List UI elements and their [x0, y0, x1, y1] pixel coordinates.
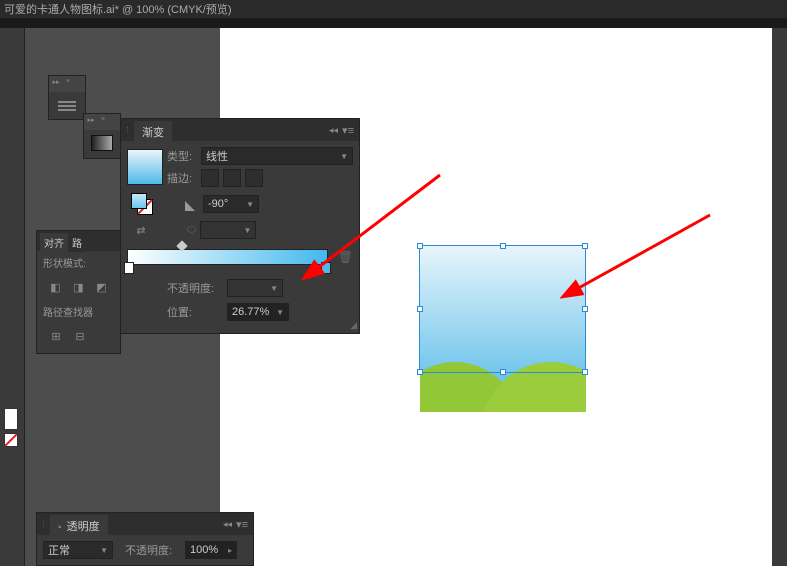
selection-handle[interactable] [417, 369, 423, 375]
collapse-icon[interactable]: ◂◂ [329, 125, 338, 136]
panel-header[interactable]: ⋮⋮ 渐变 ◂◂ ▾≡ [121, 119, 359, 141]
panel-tab-strip[interactable]: ▸▸ × [49, 76, 85, 92]
fill-stroke-toggle[interactable] [131, 193, 153, 215]
minus-button[interactable]: ◨ [70, 278, 87, 296]
selection-handle[interactable] [582, 243, 588, 249]
gradient-panel: ⋮⋮ 渐变 ◂◂ ▾≡ 类型: 线性 ▼ 描边: [120, 118, 360, 334]
angle-input[interactable]: -90° ▼ [203, 195, 259, 213]
midpoint-handle[interactable] [176, 240, 187, 251]
stop-opacity-input[interactable]: ▼ [227, 279, 283, 297]
selection-handle[interactable] [500, 369, 506, 375]
tab-handle-icon[interactable]: ▸▸ [51, 78, 61, 92]
transparency-panel: ⋮⋮ ◦ 透明度 ◂◂ ▾≡ 正常 ▼ 不透明度: 100% ▸ [36, 512, 254, 566]
grip-icon[interactable]: ⋮⋮ [40, 520, 50, 528]
fill-stroke-swatches[interactable] [4, 408, 22, 447]
opacity-label: 不透明度: [125, 542, 181, 558]
swatch-icon[interactable] [91, 135, 113, 151]
gradient-preview[interactable] [127, 149, 163, 185]
type-select[interactable]: 线性 ▼ [201, 147, 353, 165]
stroke-within-button[interactable] [201, 169, 219, 187]
opacity-input[interactable]: 100% ▸ [185, 541, 237, 559]
tab-align[interactable]: 对齐 [40, 233, 68, 252]
pathfinders-label: 路径查找器 [43, 304, 114, 319]
chevron-down-icon: ▼ [100, 546, 108, 555]
chevron-down-icon: ▼ [246, 200, 254, 209]
aspect-input[interactable]: ▼ [200, 221, 256, 239]
stroke-along-button[interactable] [223, 169, 241, 187]
divider [0, 18, 787, 28]
document-title-bar: 可爱的卡通人物图标.ai* @ 100% (CMYK/预览) [0, 0, 787, 18]
stroke-across-button[interactable] [245, 169, 263, 187]
chevron-down-icon: ▼ [340, 152, 348, 161]
tab-handle-icon[interactable]: ▸▸ [86, 116, 96, 130]
color-stop-right[interactable] [321, 262, 331, 274]
selection-handle[interactable] [582, 369, 588, 375]
divide-button[interactable]: ⊞ [47, 327, 65, 345]
collapse-icon[interactable]: ◂◂ [223, 519, 232, 530]
position-label: 位置: [167, 304, 223, 320]
angle-icon [185, 197, 199, 211]
reverse-icon[interactable]: ⇄ [127, 224, 155, 237]
type-label: 类型: [167, 148, 197, 164]
shape-modes-label: 形状模式: [43, 255, 114, 270]
unite-button[interactable]: ◧ [47, 278, 64, 296]
tab-gradient[interactable]: 渐变 [134, 121, 172, 143]
close-icon[interactable]: × [63, 78, 73, 92]
fill-swatch[interactable] [4, 408, 18, 430]
intersect-button[interactable]: ◩ [93, 278, 110, 296]
collapsed-swatch-panel[interactable]: ▸▸ × [83, 113, 121, 159]
tab-pathfinder[interactable]: 路 [68, 233, 86, 252]
panel-header[interactable]: ⋮⋮ ◦ 透明度 ◂◂ ▾≡ [37, 513, 253, 535]
opacity-label: 不透明度: [167, 280, 223, 296]
stop-position-input[interactable]: 26.77% ▼ [227, 303, 289, 321]
selection-handle[interactable] [582, 306, 588, 312]
color-stop-left[interactable] [124, 262, 134, 274]
chevron-down-icon: ▼ [276, 308, 284, 317]
panel-tab-strip[interactable]: ▸▸ × [84, 114, 120, 130]
selection-handle[interactable] [500, 243, 506, 249]
panel-header[interactable]: 对齐 路 [37, 231, 120, 251]
selection-box [419, 245, 586, 373]
chevron-down-icon: ▼ [270, 284, 278, 293]
blend-mode-select[interactable]: 正常 ▼ [43, 541, 113, 559]
panel-menu-icon[interactable]: ▾≡ [236, 518, 248, 531]
grip-icon[interactable]: ⋮⋮ [124, 126, 134, 134]
collapsed-panel[interactable]: ▸▸ × [48, 75, 86, 120]
hamburger-icon[interactable] [58, 99, 76, 111]
resize-grip-icon[interactable]: ◢ [350, 320, 357, 331]
selection-handle[interactable] [417, 306, 423, 312]
trash-icon[interactable]: 🗑 [338, 250, 353, 264]
document-title: 可爱的卡通人物图标.ai* @ 100% (CMYK/预览) [4, 1, 232, 17]
selection-handle[interactable] [417, 243, 423, 249]
vertical-scrollbar[interactable] [772, 28, 787, 566]
close-icon[interactable]: × [98, 116, 108, 130]
panel-menu-icon[interactable]: ▾≡ [342, 124, 354, 137]
stroke-label: 描边: [167, 170, 197, 186]
tab-transparency[interactable]: ◦ 透明度 [50, 515, 108, 537]
pathfinder-panel: 对齐 路 形状模式: ◧ ◨ ◩ 路径查找器 ⊞ ⊟ [36, 230, 121, 354]
chevron-down-icon: ▼ [243, 226, 251, 235]
artwork-group[interactable] [420, 246, 586, 412]
trim-button[interactable]: ⊟ [71, 327, 89, 345]
none-swatch[interactable] [4, 433, 18, 447]
gradient-slider[interactable] [127, 249, 328, 265]
tools-toolbar[interactable] [0, 28, 25, 566]
aspect-icon: ⬭ [187, 224, 196, 237]
chevron-down-icon: ▸ [228, 546, 232, 555]
